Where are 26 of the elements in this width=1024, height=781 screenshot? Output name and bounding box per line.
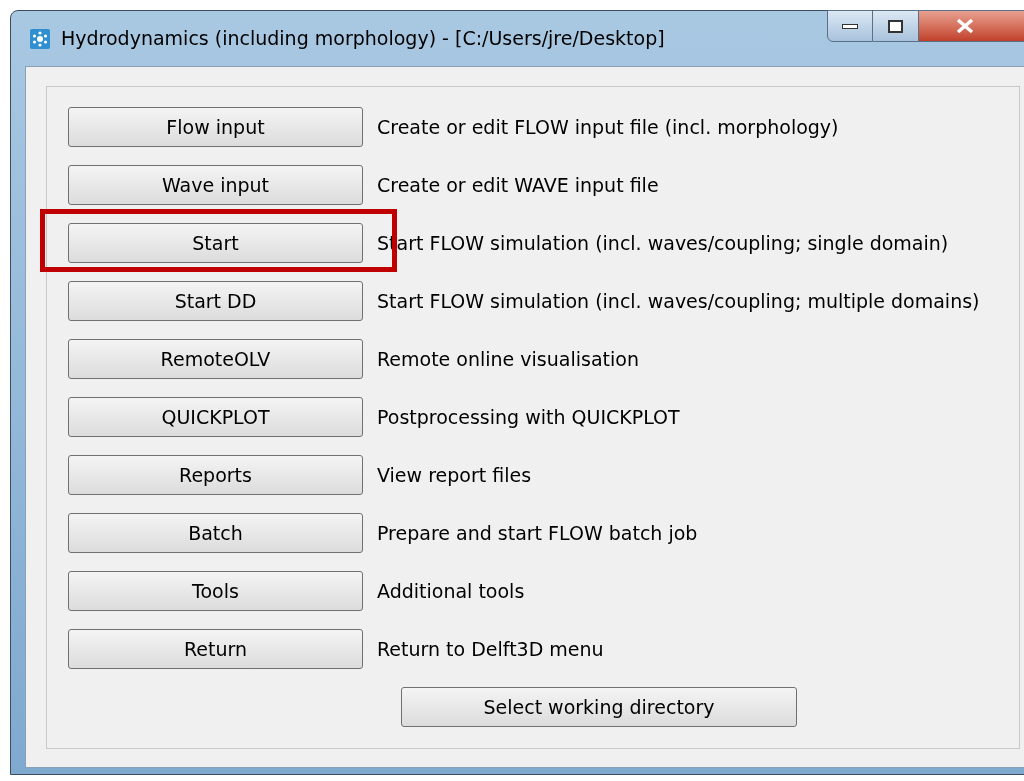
menu-button[interactable]: Start bbox=[68, 223, 363, 263]
minimize-button[interactable] bbox=[827, 10, 873, 42]
description-text: Create or edit WAVE input file bbox=[377, 172, 659, 198]
app-icon bbox=[29, 27, 51, 50]
menu-button[interactable]: Start DD bbox=[68, 281, 363, 321]
description-text: Postprocessing with QUICKPLOT bbox=[377, 404, 680, 430]
description-text: Return to Delft3D menu bbox=[377, 636, 604, 662]
menu-button[interactable]: Reports bbox=[68, 455, 363, 495]
description-text: Additional tools bbox=[377, 578, 525, 604]
menu-button[interactable]: Wave input bbox=[68, 165, 363, 205]
menu-button[interactable]: Flow input bbox=[68, 107, 363, 147]
menu-button[interactable]: Return bbox=[68, 629, 363, 669]
description-text: Remote online visualisation bbox=[377, 346, 639, 372]
description-text: Start FLOW simulation (incl. waves/coupling; multiple domains) bbox=[377, 288, 980, 314]
maximize-button[interactable] bbox=[873, 10, 919, 42]
description-text: View report files bbox=[377, 462, 532, 488]
menu-button[interactable]: Tools bbox=[68, 571, 363, 611]
window-title: Hydrodynamics (including morphology) - [C:/Users/jre/Desktop] bbox=[61, 26, 665, 52]
description-text: Create or edit FLOW input file (incl. morphology) bbox=[377, 114, 839, 140]
menu-button[interactable]: QUICKPLOT bbox=[68, 397, 363, 437]
select-directory-button[interactable]: Select working directory bbox=[401, 687, 797, 727]
menu-button[interactable]: Batch bbox=[68, 513, 363, 553]
menu-button[interactable]: RemoteOLV bbox=[68, 339, 363, 379]
close-icon bbox=[955, 18, 975, 34]
close-button[interactable] bbox=[919, 10, 1024, 42]
description-text: Prepare and start FLOW batch job bbox=[377, 520, 698, 546]
